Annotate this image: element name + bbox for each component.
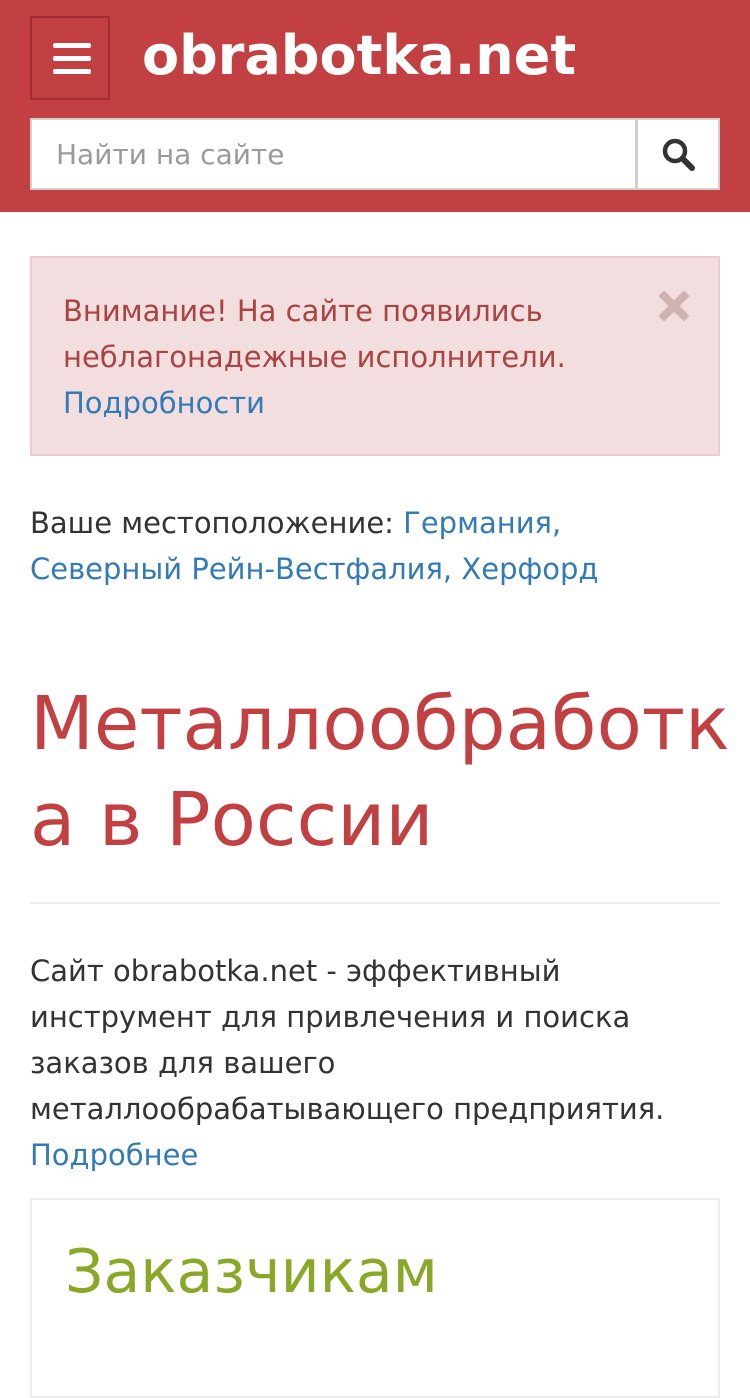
search-icon <box>662 138 695 171</box>
location-info: Ваше местоположение: Германия, Северный … <box>30 500 720 592</box>
intro-text: Сайт obrabotka.net - эффективный инструм… <box>30 954 665 1126</box>
alert-message: Внимание! На сайте появились неблагонаде… <box>63 294 566 374</box>
close-icon[interactable] <box>652 284 696 328</box>
customers-card: Заказчикам <box>30 1198 720 1398</box>
divider <box>30 902 720 904</box>
hamburger-menu-icon-bar <box>53 69 91 74</box>
warning-alert: Внимание! На сайте появились неблагонаде… <box>30 256 720 456</box>
search-input[interactable] <box>30 118 637 190</box>
site-logo[interactable]: obrabotka.net <box>142 18 576 94</box>
hamburger-menu-icon-bar <box>53 56 91 61</box>
intro-paragraph: Сайт obrabotka.net - эффективный инструм… <box>30 948 720 1178</box>
page-title: Металлообработка в России <box>30 681 730 863</box>
customers-card-title[interactable]: Заказчикам <box>65 1232 438 1312</box>
hamburger-menu-icon <box>53 43 91 48</box>
hamburger-menu-button[interactable] <box>30 16 110 100</box>
site-header: obrabotka.net <box>0 0 750 212</box>
intro-more-link[interactable]: Подробнее <box>30 1138 198 1172</box>
alert-details-link[interactable]: Подробности <box>63 380 265 426</box>
search-button[interactable] <box>636 118 720 190</box>
location-label: Ваше местоположение: <box>30 506 404 540</box>
